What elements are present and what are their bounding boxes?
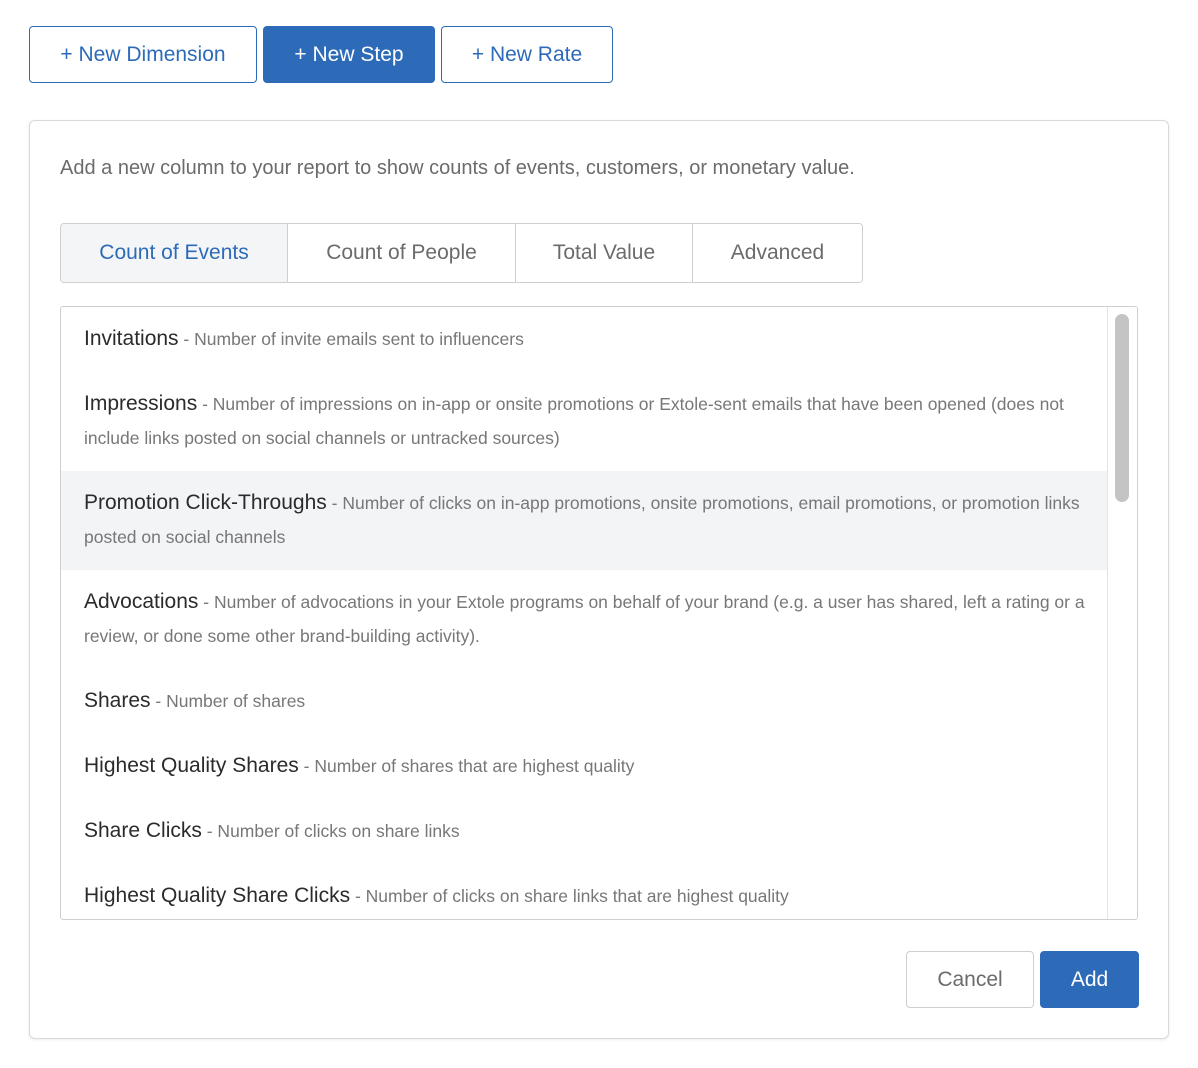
- new-step-button[interactable]: + New Step: [263, 26, 435, 83]
- item-name: Invitations: [84, 327, 179, 350]
- panel-description: Add a new column to your report to show …: [60, 157, 855, 179]
- tab-advanced[interactable]: Advanced: [693, 224, 862, 282]
- tab-total-value[interactable]: Total Value: [516, 224, 693, 282]
- item-description: - Number of invite emails sent to influe…: [178, 329, 524, 349]
- list-item[interactable]: Highest Quality Share Clicks - Number of…: [61, 864, 1108, 919]
- list-item[interactable]: Share Clicks - Number of clicks on share…: [61, 799, 1108, 864]
- list-item[interactable]: Highest Quality Shares - Number of share…: [61, 734, 1108, 799]
- column-type-toolbar: + New Dimension + New Step + New Rate: [29, 26, 613, 83]
- item-description: - Number of clicks on share links: [201, 821, 460, 841]
- tab-count-of-people[interactable]: Count of People: [288, 224, 516, 282]
- item-description: - Number of shares: [150, 691, 306, 711]
- new-step-panel: Add a new column to your report to show …: [29, 120, 1169, 1039]
- list-item[interactable]: Invitations - Number of invite emails se…: [61, 307, 1108, 372]
- cancel-button[interactable]: Cancel: [906, 951, 1034, 1008]
- item-description: - Number of clicks on share links that a…: [350, 886, 789, 906]
- step-type-tabs: Count of Events Count of People Total Va…: [60, 223, 863, 283]
- event-list: Invitations - Number of invite emails se…: [60, 306, 1138, 920]
- list-item[interactable]: Impressions - Number of impressions on i…: [61, 372, 1108, 471]
- item-name: Highest Quality Share Clicks: [84, 884, 351, 907]
- item-name: Highest Quality Shares: [84, 754, 299, 777]
- item-description: - Number of shares that are highest qual…: [298, 756, 635, 776]
- list-item-hovered[interactable]: Promotion Click-Throughs - Number of cli…: [61, 471, 1108, 570]
- list-item[interactable]: Advocations - Number of advocations in y…: [61, 570, 1108, 669]
- item-name: Impressions: [84, 392, 198, 415]
- item-description: - Number of advocations in your Extole p…: [84, 592, 1085, 646]
- list-item[interactable]: Shares - Number of shares: [61, 669, 1108, 734]
- add-button[interactable]: Add: [1040, 951, 1139, 1008]
- item-name: Promotion Click-Throughs: [84, 491, 327, 514]
- item-name: Shares: [84, 689, 151, 712]
- item-name: Share Clicks: [84, 819, 202, 842]
- list-scrollbar[interactable]: [1107, 307, 1137, 919]
- scrollbar-thumb[interactable]: [1115, 314, 1129, 502]
- item-name: Advocations: [84, 590, 199, 613]
- new-dimension-button[interactable]: + New Dimension: [29, 26, 257, 83]
- tab-count-of-events[interactable]: Count of Events: [61, 224, 288, 282]
- new-rate-button[interactable]: + New Rate: [441, 26, 613, 83]
- item-description: - Number of impressions on in-app or ons…: [84, 394, 1064, 448]
